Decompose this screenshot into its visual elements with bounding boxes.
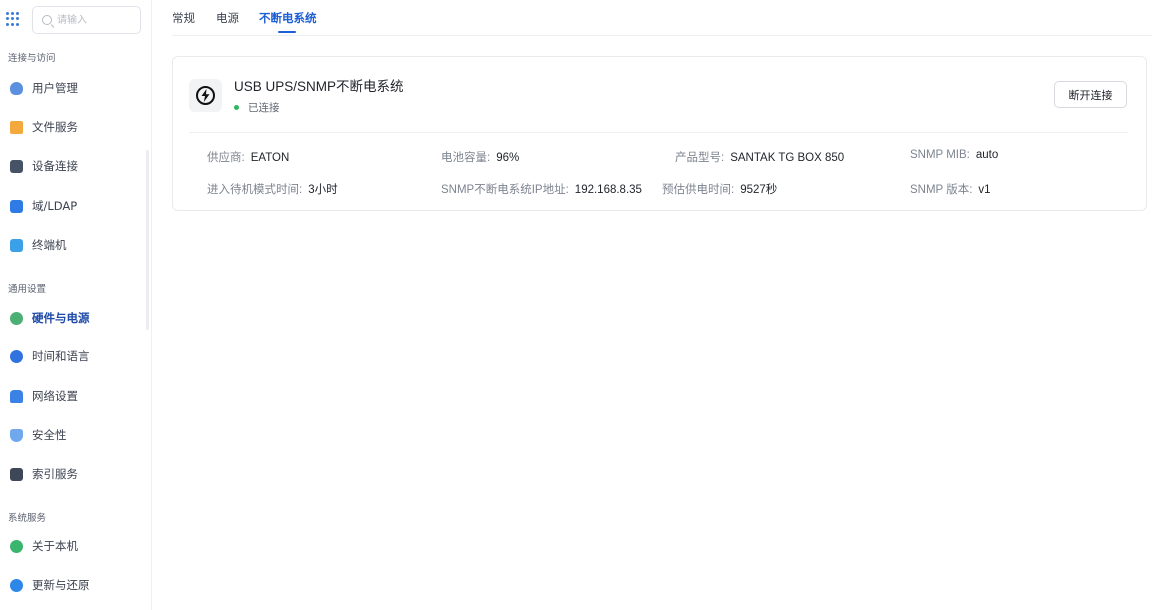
device-icon bbox=[10, 159, 23, 173]
sidebar-item-about[interactable]: 关于本机 bbox=[0, 531, 145, 561]
clock-icon bbox=[10, 349, 23, 363]
search-box[interactable] bbox=[32, 6, 141, 34]
tab-ups[interactable]: 不断电系统 bbox=[259, 10, 317, 26]
apps-grid-icon[interactable] bbox=[6, 12, 20, 26]
lightning-icon bbox=[196, 86, 215, 105]
info-key: SNMP不断电系统IP地址: bbox=[441, 184, 569, 196]
info-value: auto bbox=[975, 149, 999, 161]
sidebar-item-label: 终端机 bbox=[32, 238, 67, 252]
info-estimated-runtime: 预估供电时间: 9527秒 bbox=[662, 181, 777, 197]
sidebar-item-security[interactable]: 安全性 bbox=[0, 420, 145, 450]
sidebar-item-terminal[interactable]: 终端机 bbox=[0, 230, 145, 260]
info-snmp-ip: SNMP不断电系统IP地址: 192.168.8.35 bbox=[441, 181, 642, 197]
sidebar-item-label: 硬件与电源 bbox=[32, 311, 90, 325]
info-model: 产品型号: SANTAK TG BOX 850 bbox=[675, 149, 844, 165]
sidebar-item-label: 安全性 bbox=[32, 428, 67, 442]
sidebar-item-label: 索引服务 bbox=[32, 467, 78, 481]
search-icon bbox=[42, 15, 52, 25]
user-icon bbox=[10, 81, 23, 95]
domain-icon bbox=[10, 199, 23, 213]
shield-icon bbox=[10, 428, 23, 442]
sidebar-item-label: 时间和语言 bbox=[32, 349, 90, 363]
status-text: 已连接 bbox=[248, 102, 280, 114]
hardware-icon bbox=[10, 311, 23, 325]
sidebar-item-hardware-power[interactable]: 硬件与电源 bbox=[0, 303, 145, 333]
info-value: 96% bbox=[496, 152, 520, 164]
info-key: 产品型号: bbox=[675, 152, 725, 164]
sidebar-item-device-connection[interactable]: 设备连接 bbox=[0, 151, 145, 181]
folder-icon bbox=[10, 120, 23, 134]
sidebar-top bbox=[0, 6, 152, 34]
info-value: 192.168.8.35 bbox=[574, 184, 642, 196]
divider bbox=[189, 132, 1128, 133]
info-value: 9527秒 bbox=[740, 184, 778, 196]
info-key: 电池容量: bbox=[441, 152, 491, 164]
connection-status: 已连接 bbox=[234, 100, 280, 115]
info-value: SANTAK TG BOX 850 bbox=[730, 152, 845, 164]
section-system-services: 系统服务 bbox=[8, 513, 47, 524]
terminal-icon bbox=[10, 238, 23, 252]
tab-power[interactable]: 电源 bbox=[216, 10, 239, 26]
update-icon bbox=[10, 578, 23, 592]
sidebar-item-label: 用户管理 bbox=[32, 81, 78, 95]
info-key: 预估供电时间: bbox=[662, 184, 735, 196]
index-icon bbox=[10, 467, 23, 481]
sidebar-item-label: 设备连接 bbox=[32, 159, 78, 173]
sidebar-item-index-service[interactable]: 索引服务 bbox=[0, 459, 145, 489]
sidebar-item-time-language[interactable]: 时间和语言 bbox=[0, 341, 145, 371]
section-connection-access: 连接与访问 bbox=[8, 53, 56, 64]
sidebar-item-label: 文件服务 bbox=[32, 120, 78, 134]
active-tab-indicator bbox=[278, 31, 296, 33]
info-snmp-version: SNMP 版本: v1 bbox=[910, 181, 991, 197]
disconnect-button[interactable]: 断开连接 bbox=[1054, 81, 1127, 108]
sidebar-item-network-settings[interactable]: 网络设置 bbox=[0, 381, 145, 411]
ups-card: USB UPS/SNMP不断电系统 已连接 断开连接 供应商: EATON 电池容… bbox=[172, 56, 1147, 211]
status-dot-icon bbox=[234, 105, 239, 110]
info-key: SNMP 版本: bbox=[910, 184, 973, 196]
section-general-settings: 通用设置 bbox=[8, 284, 47, 295]
sidebar-item-domain-ldap[interactable]: 域/LDAP bbox=[0, 191, 145, 221]
sidebar-item-label: 更新与还原 bbox=[32, 578, 90, 592]
network-icon bbox=[10, 389, 23, 403]
info-snmp-mib: SNMP MIB: auto bbox=[910, 149, 998, 161]
ups-title: USB UPS/SNMP不断电系统 bbox=[234, 79, 404, 94]
tab-bar: 常规 电源 不断电系统 bbox=[172, 0, 1152, 36]
search-input[interactable] bbox=[57, 11, 137, 29]
sidebar-item-label: 域/LDAP bbox=[32, 199, 78, 213]
sidebar-item-label: 网络设置 bbox=[32, 389, 78, 403]
info-value: EATON bbox=[250, 152, 290, 164]
sidebar-item-label: 关于本机 bbox=[32, 539, 78, 553]
sidebar-item-user-management[interactable]: 用户管理 bbox=[0, 73, 145, 103]
tab-general[interactable]: 常规 bbox=[172, 10, 195, 26]
info-value: 3小时 bbox=[308, 184, 338, 196]
info-key: 进入待机模式时间: bbox=[207, 184, 303, 196]
sidebar-item-file-services[interactable]: 文件服务 bbox=[0, 112, 145, 142]
info-key: 供应商: bbox=[207, 152, 245, 164]
ups-icon-box bbox=[189, 79, 222, 112]
info-standby-time: 进入待机模式时间: 3小时 bbox=[207, 181, 338, 197]
sidebar: 连接与访问 用户管理 文件服务 设备连接 域/LDAP 终端机 通用设置 硬件与… bbox=[0, 0, 152, 610]
sidebar-scrollbar[interactable] bbox=[146, 150, 149, 330]
info-icon bbox=[10, 539, 23, 553]
info-key: SNMP MIB: bbox=[910, 149, 970, 161]
sidebar-item-update-restore[interactable]: 更新与还原 bbox=[0, 570, 145, 600]
info-vendor: 供应商: EATON bbox=[207, 149, 289, 165]
info-battery-capacity: 电池容量: 96% bbox=[441, 149, 519, 165]
info-value: v1 bbox=[978, 184, 991, 196]
